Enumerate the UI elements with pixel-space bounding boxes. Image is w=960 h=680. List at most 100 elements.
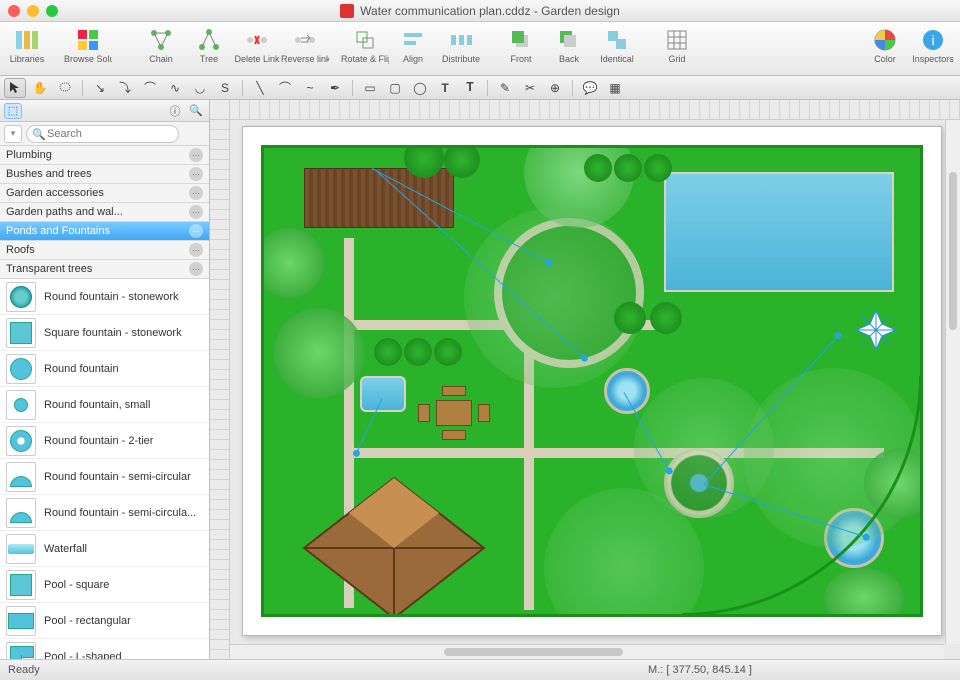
text-tool[interactable]: T [434,78,456,98]
zoom-window-button[interactable] [46,5,58,17]
canvas-viewport[interactable] [230,120,960,659]
shape-thumbnail [6,390,36,420]
hand-tool[interactable]: ✋ [29,78,51,98]
shape-name: Round fountain [44,363,119,375]
connector-tool[interactable]: ↘ [89,78,111,98]
select-tool[interactable] [4,78,26,98]
shape-item[interactable]: Pool - rectangular [0,603,209,639]
disclosure-icon: ⋯ [189,262,203,276]
inspectors-button[interactable]: i Inspectors [910,24,956,66]
category-item[interactable]: Bushes and trees⋯ [0,165,209,184]
category-item[interactable]: Transparent trees⋯ [0,260,209,279]
shape-list: Round fountain - stonework Square fountai… [0,279,209,659]
horizontal-scrollbar[interactable] [230,644,944,659]
shape-name: Round fountain - 2-tier [44,435,153,447]
eyedropper-tool[interactable]: ✎ [494,78,516,98]
shape-name: Pool - L-shaped [44,651,122,660]
library-sidebar: ⬚ ⓘ 🔍 ▾ 🔍 Plumbing⋯Bushes and trees⋯Gard… [0,100,210,659]
shape-item[interactable]: Round fountain [0,351,209,387]
line-tool[interactable]: ╲ [249,78,271,98]
round-connector-tool[interactable]: ◡ [189,78,211,98]
vertical-ruler[interactable] [210,120,230,659]
shape-item[interactable]: Round fountain - semi-circula... [0,495,209,531]
shape-item[interactable]: Pool - L-shaped [0,639,209,659]
color-button[interactable]: Color [862,24,908,66]
grid-button[interactable]: Grid [654,24,700,66]
category-item[interactable]: Garden accessories⋯ [0,184,209,203]
browse-solutions-button[interactable]: Browse Solutions [52,24,124,66]
delete-link-button[interactable]: Delete Link [234,24,280,66]
shape-name: Round fountain - semi-circular [44,471,191,483]
search-input[interactable] [26,125,179,143]
rectangle-tool[interactable]: ▭ [359,78,381,98]
close-window-button[interactable] [8,5,20,17]
shape-thumbnail [6,570,36,600]
crop-tool[interactable]: ✂ [519,78,541,98]
sidebar-tab-search[interactable]: 🔍 [187,103,205,119]
category-label: Plumbing [6,149,52,161]
document-icon [340,4,354,18]
delete-link-label: Delete Link [234,55,279,64]
bezier-tool[interactable]: ✒ [324,78,346,98]
arc-tool[interactable]: ⌒ [274,78,296,98]
shape-name: Pool - rectangular [44,615,131,627]
shape-name: Round fountain - stonework [44,291,179,303]
shape-item[interactable]: Round fountain - semi-circular [0,459,209,495]
sidebar-tab-info[interactable]: ⓘ [166,103,184,119]
category-item[interactable]: Garden paths and wal...⋯ [0,203,209,222]
distribute-button[interactable]: Distribute [438,24,484,66]
shape-item[interactable]: Round fountain - 2-tier [0,423,209,459]
smart-connector-tool[interactable]: ⤵ [114,78,136,98]
block-text-tool[interactable]: 𝐓 [459,78,481,98]
arc-connector-tool[interactable]: ⌒ [139,78,161,98]
shape-item[interactable]: Round fountain, small [0,387,209,423]
back-button[interactable]: Back [546,24,592,66]
category-item[interactable]: Plumbing⋯ [0,146,209,165]
tools-toolbar: ✋ ↘ ⤵ ⌒ ∿ ◡ S ╲ ⌒ ~ ✒ ▭ ▢ ◯ T 𝐓 ✎ ✂ ⊕ 💬 … [0,76,960,100]
category-label: Bushes and trees [6,168,92,180]
rotate-flip-button[interactable]: Rotate & Flip [342,24,388,66]
svg-text:i: i [931,32,934,48]
lasso-tool[interactable] [54,78,76,98]
distribute-label: Distribute [442,55,480,64]
callout-tool[interactable]: 💬 [579,78,601,98]
table-tool[interactable]: ▦ [604,78,626,98]
reverse-link-button[interactable]: Reverse link [282,24,328,66]
category-item[interactable]: Roofs⋯ [0,241,209,260]
identical-button[interactable]: Identical [594,24,640,66]
sidebar-tabs: ⬚ ⓘ 🔍 [0,100,209,122]
identical-label: Identical [600,55,634,64]
vertical-scrollbar[interactable] [945,120,960,644]
shape-thumbnail [6,354,36,384]
category-list: Plumbing⋯Bushes and trees⋯Garden accesso… [0,146,209,279]
category-item[interactable]: Ponds and Fountains⋯ [0,222,209,241]
shape-item[interactable]: Round fountain - stonework [0,279,209,315]
search-scope-dropdown[interactable]: ▾ [4,125,22,143]
category-label: Ponds and Fountains [6,225,110,237]
stamp-tool[interactable]: ⊕ [544,78,566,98]
drawing-page[interactable] [242,126,942,636]
shape-item[interactable]: Square fountain - stonework [0,315,209,351]
align-button[interactable]: Align [390,24,436,66]
rotate-flip-label: Rotate & Flip [341,55,389,64]
spline-connector-tool[interactable]: S [214,78,236,98]
spline-tool[interactable]: ~ [299,78,321,98]
shape-thumbnail [6,498,36,528]
front-button[interactable]: Front [498,24,544,66]
horizontal-ruler[interactable] [230,100,960,120]
window-controls [8,5,58,17]
ruler-corner [210,100,230,120]
ellipse-tool[interactable]: ◯ [409,78,431,98]
bezier-connector-tool[interactable]: ∿ [164,78,186,98]
libraries-button[interactable]: Libraries [4,24,50,66]
chain-button[interactable]: Chain [138,24,184,66]
shape-thumbnail [6,318,36,348]
sidebar-tab-shapes[interactable]: ⬚ [4,103,22,119]
shape-item[interactable]: Waterfall [0,531,209,567]
tree-button[interactable]: Tree [186,24,232,66]
category-label: Garden paths and wal... [6,206,123,218]
rounded-rect-tool[interactable]: ▢ [384,78,406,98]
shape-thumbnail [6,606,36,636]
shape-item[interactable]: Pool - square [0,567,209,603]
minimize-window-button[interactable] [27,5,39,17]
